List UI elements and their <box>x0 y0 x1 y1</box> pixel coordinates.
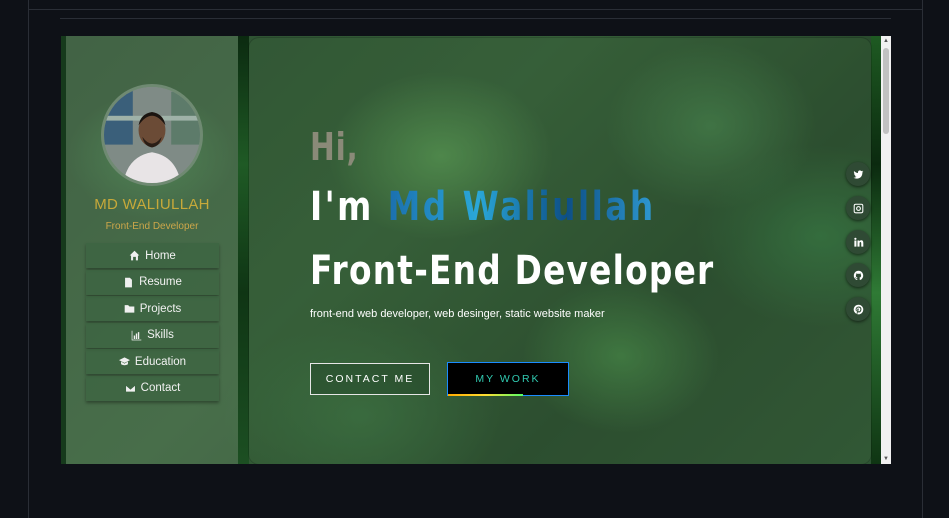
hero-tagline: front-end web developer, web desinger, s… <box>310 308 605 320</box>
nav-item-label: Home <box>145 249 176 262</box>
nav-item-resume[interactable]: Resume <box>86 269 219 295</box>
graduation-cap-icon <box>118 357 130 366</box>
twitter-icon <box>852 169 863 179</box>
pinterest-link[interactable] <box>846 297 870 321</box>
portfolio-viewport: MD WALIULLAH Front-End Developer Home Re… <box>61 36 891 464</box>
scroll-down-arrow-icon[interactable]: ▼ <box>881 454 891 464</box>
sidebar-nav: Home Resume Projects Skills Education Co… <box>86 243 219 402</box>
envelope-icon <box>125 384 136 392</box>
nav-item-label: Skills <box>147 329 174 341</box>
github-link[interactable] <box>846 263 870 287</box>
folder-icon <box>124 305 135 313</box>
bar-chart-icon <box>131 330 142 340</box>
hero-intro: I'm Md Waliullah <box>310 184 656 230</box>
nav-item-contact[interactable]: Contact <box>86 375 219 401</box>
twitter-link[interactable] <box>846 162 870 186</box>
leaf-divider-strip <box>238 36 249 464</box>
avatar <box>101 84 203 186</box>
leaf-right-strip <box>871 36 881 464</box>
github-icon <box>853 270 863 280</box>
home-icon <box>129 250 140 261</box>
my-work-button[interactable]: MY WORK <box>447 362 569 396</box>
linkedin-icon <box>853 237 863 247</box>
scroll-up-arrow-icon[interactable]: ▲ <box>881 36 891 46</box>
profile-photo <box>104 87 200 183</box>
inner-top-rule <box>60 18 891 19</box>
nav-item-label: Education <box>134 355 187 368</box>
pinterest-icon <box>853 304 863 314</box>
instagram-icon <box>853 203 863 213</box>
nav-item-label: Resume <box>139 276 182 288</box>
nav-item-projects[interactable]: Projects <box>86 296 219 321</box>
hero-greeting: Hi, <box>310 125 359 169</box>
outer-top-rule <box>28 9 923 10</box>
file-icon <box>125 277 133 287</box>
linkedin-link[interactable] <box>846 230 870 254</box>
profile-name: MD WALIULLAH <box>94 196 210 213</box>
scrollbar-thumb[interactable] <box>883 48 889 134</box>
hero-intro-prefix: I'm <box>310 184 388 230</box>
nav-item-home[interactable]: Home <box>86 243 219 268</box>
hero-name-highlight: Md Waliullah <box>387 184 656 230</box>
page-scrollbar[interactable]: ▲ ▼ <box>881 36 891 464</box>
nav-item-label: Projects <box>139 302 182 315</box>
nav-item-label: Contact <box>140 382 181 394</box>
nav-item-skills[interactable]: Skills <box>86 322 219 348</box>
nav-item-education[interactable]: Education <box>86 349 219 374</box>
profile-role: Front-End Developer <box>105 221 199 232</box>
contact-me-button[interactable]: CONTACT ME <box>310 363 430 395</box>
hero-title: Front-End Developer <box>310 248 715 294</box>
instagram-link[interactable] <box>846 196 870 220</box>
